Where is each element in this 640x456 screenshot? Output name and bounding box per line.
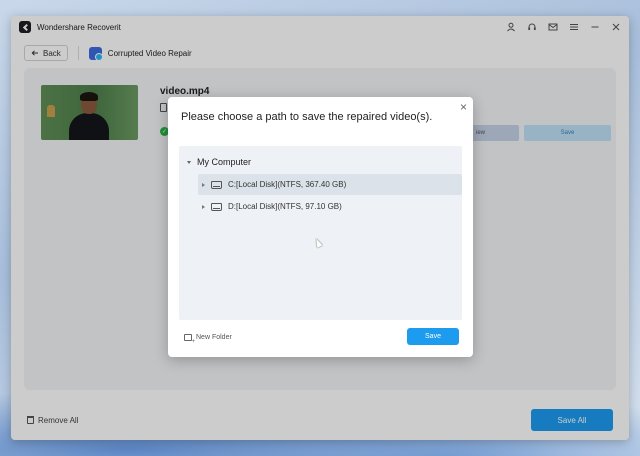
chevron-right-icon[interactable] [202, 182, 205, 187]
chevron-down-icon[interactable] [187, 160, 191, 164]
folder-tree: My Computer C:[Local Disk](NTFS, 367.40 … [179, 146, 462, 320]
tree-item-drive-c[interactable]: C:[Local Disk](NTFS, 367.40 GB) [198, 174, 462, 195]
tree-root-label: My Computer [197, 157, 252, 167]
drive-label: C:[Local Disk](NTFS, 367.40 GB) [228, 180, 347, 189]
save-path-dialog: × Please choose a path to save the repai… [168, 97, 473, 357]
chevron-right-icon[interactable] [202, 204, 205, 209]
tree-root-my-computer[interactable]: My Computer [187, 157, 251, 167]
new-folder-button[interactable]: New Folder [184, 334, 232, 345]
tree-item-drive-d[interactable]: D:[Local Disk](NTFS, 97.10 GB) [198, 196, 462, 217]
new-folder-label: New Folder [196, 334, 232, 341]
drive-label: D:[Local Disk](NTFS, 97.10 GB) [228, 202, 342, 211]
dialog-save-button[interactable]: Save [407, 328, 459, 345]
drive-icon [211, 180, 222, 189]
drive-icon [211, 202, 222, 211]
new-folder-icon [184, 334, 195, 345]
dialog-title: Please choose a path to save the repaire… [181, 111, 433, 123]
close-icon[interactable]: × [460, 101, 467, 113]
